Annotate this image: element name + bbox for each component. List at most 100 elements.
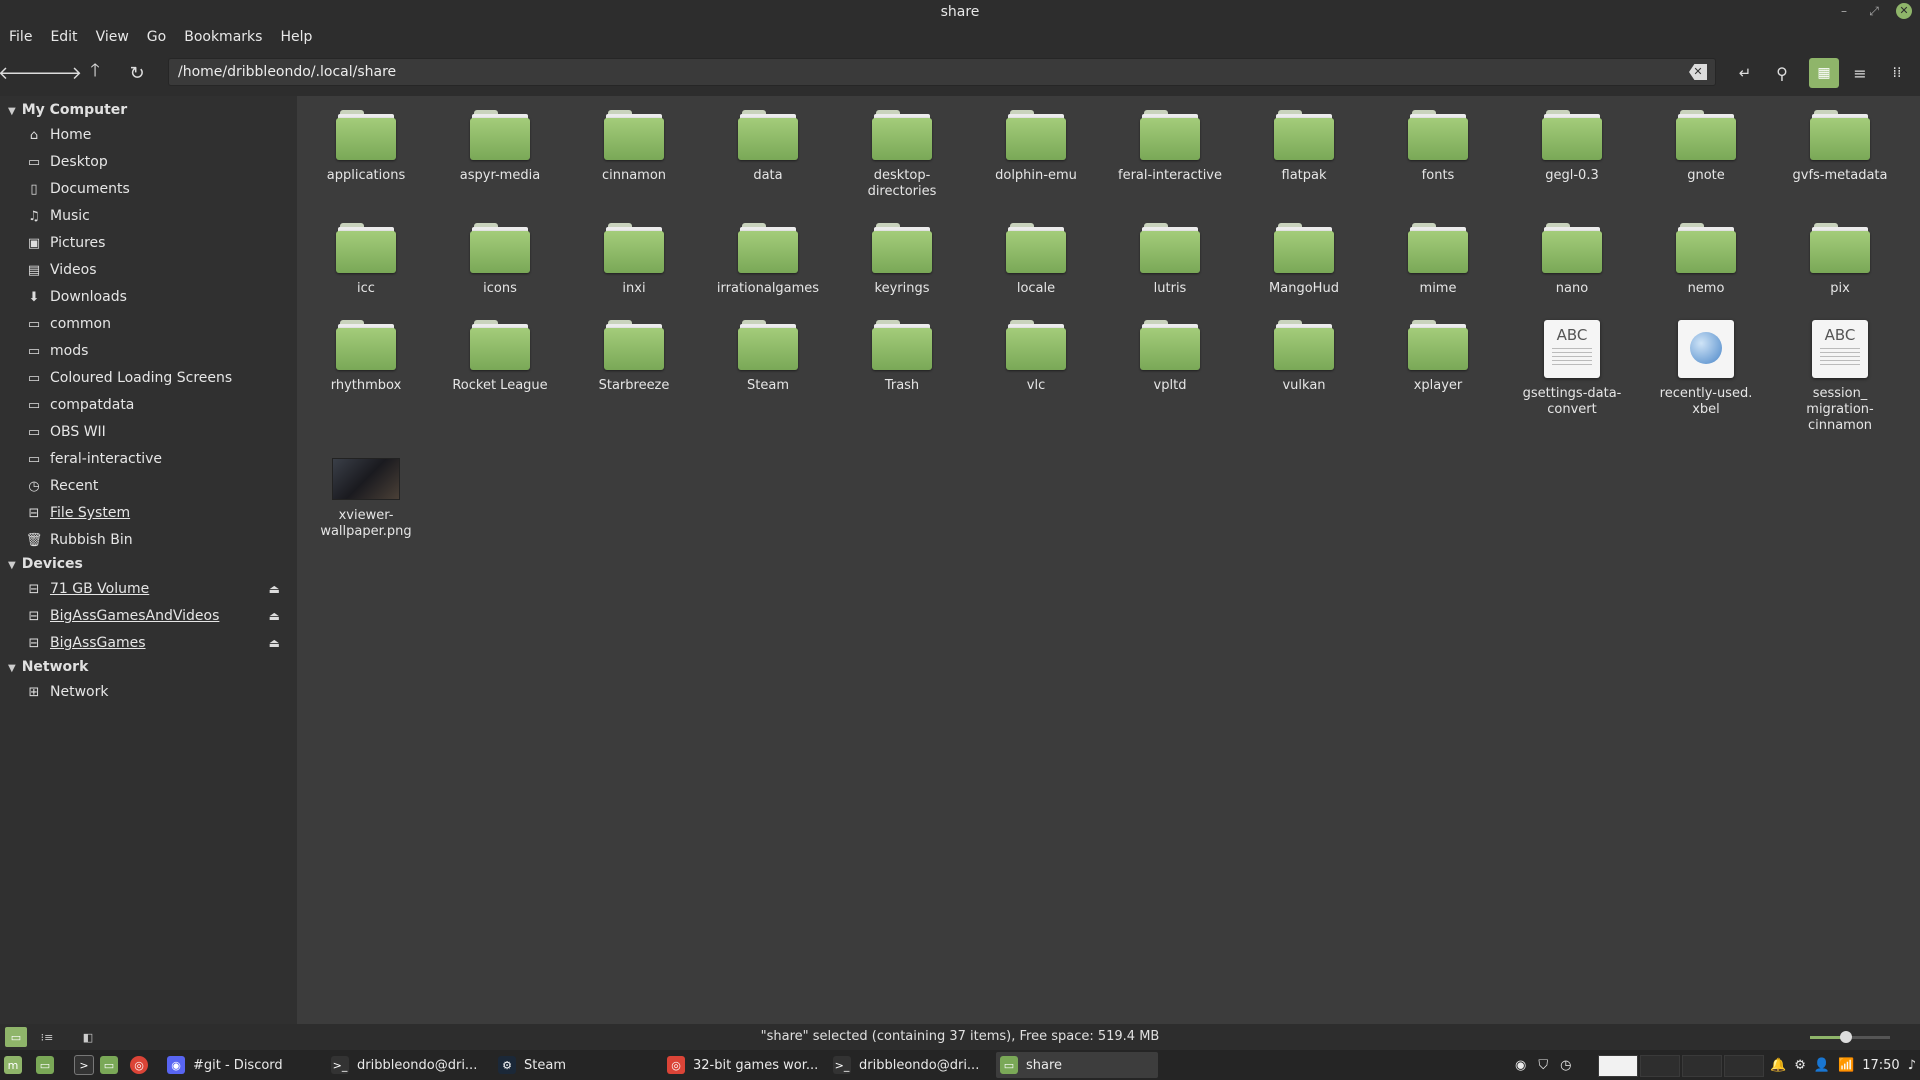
folder-item[interactable]: pix bbox=[1773, 223, 1907, 297]
folder-item[interactable]: Steam bbox=[701, 320, 835, 394]
folder-item[interactable]: flatpak bbox=[1237, 110, 1371, 184]
eject-icon[interactable]: ⏏ bbox=[269, 609, 280, 623]
folder-item[interactable]: icc bbox=[299, 223, 433, 297]
folder-item[interactable]: lutris bbox=[1103, 223, 1237, 297]
sidebar-item-music[interactable]: ♫ Music bbox=[26, 205, 290, 227]
shield-icon[interactable]: ⛉ bbox=[1538, 1058, 1548, 1073]
sidebar-item-videos[interactable]: ▤ Videos bbox=[26, 259, 290, 281]
folder-item[interactable]: Starbreeze bbox=[567, 320, 701, 394]
eject-icon[interactable]: ⏏ bbox=[269, 636, 280, 650]
folder-item[interactable]: vlc bbox=[969, 320, 1103, 394]
expander-icon[interactable]: ▼ bbox=[8, 560, 16, 571]
user-icon[interactable]: 👤 bbox=[1814, 1058, 1830, 1073]
sidebar-item-71-gb-volume[interactable]: ⊟ 71 GB Volume ⏏ bbox=[26, 578, 290, 600]
sidebar-item-network[interactable]: ⊞ Network bbox=[26, 681, 290, 703]
folder-item[interactable]: data bbox=[701, 110, 835, 184]
clock[interactable]: 17:50 bbox=[1862, 1058, 1899, 1073]
expander-icon[interactable]: ▼ bbox=[8, 663, 16, 674]
sidebar-item-rubbish-bin[interactable]: 🗑 Rubbish Bin bbox=[26, 529, 290, 551]
sidebar-item-feral-interactive[interactable]: ▭ feral-interactive bbox=[26, 448, 290, 470]
steam-tray-icon[interactable]: ⚙ bbox=[1794, 1058, 1806, 1073]
taskbar-window-button[interactable]: ⚙ Steam bbox=[494, 1052, 654, 1078]
folder-item[interactable]: feral-interactive bbox=[1103, 110, 1237, 184]
menu-go[interactable]: Go bbox=[138, 26, 175, 50]
file-item[interactable]: ABC gsettings-data- convert bbox=[1505, 320, 1639, 418]
folder-item[interactable]: keyrings bbox=[835, 223, 969, 297]
folder-item[interactable]: Trash bbox=[835, 320, 969, 394]
menu-bookmarks[interactable]: Bookmarks bbox=[175, 26, 271, 50]
forward-button[interactable]: 🡒 bbox=[34, 58, 82, 88]
folder-item[interactable]: aspyr-media bbox=[433, 110, 567, 184]
sidebar-section-header[interactable]: ▼ Devices bbox=[8, 556, 83, 572]
sidebar-section-header[interactable]: ▼ My Computer bbox=[8, 102, 127, 118]
sidebar-item-recent[interactable]: ◷ Recent bbox=[26, 475, 290, 497]
show-desktop-button[interactable]: ▭ bbox=[36, 1052, 54, 1078]
sidebar-section-header[interactable]: ▼ Network bbox=[8, 659, 88, 675]
up-button[interactable]: 🡑 bbox=[80, 58, 110, 88]
taskbar-window-button[interactable]: ◎ 32-bit games wor... bbox=[663, 1052, 823, 1078]
search-button[interactable]: ⚲ bbox=[1767, 58, 1797, 88]
sidebar-item-home[interactable]: ⌂ Home bbox=[26, 124, 290, 146]
discord-tray-icon[interactable]: ◉ bbox=[1515, 1058, 1526, 1073]
sidebar-item-pictures[interactable]: ▣ Pictures bbox=[26, 232, 290, 254]
folder-item[interactable]: inxi bbox=[567, 223, 701, 297]
icon-view-button[interactable]: ▦ bbox=[1809, 58, 1839, 88]
notifications-icon[interactable]: 🔔 bbox=[1770, 1058, 1786, 1073]
zoom-slider-handle[interactable] bbox=[1840, 1031, 1852, 1043]
menu-view[interactable]: View bbox=[87, 26, 138, 50]
sidebar-item-documents[interactable]: ▯ Documents bbox=[26, 178, 290, 200]
folder-item[interactable]: Rocket League bbox=[433, 320, 567, 394]
title-bar[interactable]: share – ⤢ ✕ bbox=[0, 0, 1920, 26]
clear-location-icon[interactable]: ✕ bbox=[1689, 64, 1707, 80]
sidebar-item-compatdata[interactable]: ▭ compatdata bbox=[26, 394, 290, 416]
folder-item[interactable]: mime bbox=[1371, 223, 1505, 297]
sidebar-item-file-system[interactable]: ⊟ File System bbox=[26, 502, 290, 524]
sidebar-item-bigassgamesandvideos[interactable]: ⊟ BigAssGamesAndVideos ⏏ bbox=[26, 605, 290, 627]
folder-item[interactable]: vpltd bbox=[1103, 320, 1237, 394]
sidebar-item-common[interactable]: ▭ common bbox=[26, 313, 290, 335]
menu-file[interactable]: File bbox=[0, 26, 41, 50]
launcher-terminal[interactable]: > bbox=[74, 1052, 94, 1078]
folder-item[interactable]: locale bbox=[969, 223, 1103, 297]
sidebar-item-bigassgames[interactable]: ⊟ BigAssGames ⏏ bbox=[26, 632, 290, 654]
folder-item[interactable]: gegl-0.3 bbox=[1505, 110, 1639, 184]
file-item[interactable]: ABC session_ migration- cinnamon bbox=[1773, 320, 1907, 434]
folder-item[interactable]: rhythmbox bbox=[299, 320, 433, 394]
eject-icon[interactable]: ⏏ bbox=[269, 582, 280, 596]
workspace-1[interactable] bbox=[1598, 1055, 1638, 1077]
zoom-slider[interactable] bbox=[1810, 1031, 1890, 1043]
location-path[interactable]: /home/dribbleondo/.local/share bbox=[178, 64, 396, 80]
launcher-files[interactable]: ▭ bbox=[100, 1052, 118, 1078]
wifi-icon[interactable]: 📶 bbox=[1838, 1058, 1854, 1073]
expander-icon[interactable]: ▼ bbox=[8, 106, 16, 117]
close-button[interactable]: ✕ bbox=[1896, 3, 1912, 19]
folder-item[interactable]: irrationalgames bbox=[701, 223, 835, 297]
folder-item[interactable]: gvfs-metadata bbox=[1773, 110, 1907, 184]
sidebar-item-mods[interactable]: ▭ mods bbox=[26, 340, 290, 362]
folder-item[interactable]: fonts bbox=[1371, 110, 1505, 184]
folder-item[interactable]: nano bbox=[1505, 223, 1639, 297]
reload-button[interactable]: ↻ bbox=[122, 58, 152, 88]
workspace-2[interactable] bbox=[1640, 1055, 1680, 1077]
folder-item[interactable]: cinnamon bbox=[567, 110, 701, 184]
update-icon[interactable]: ◷ bbox=[1560, 1058, 1571, 1073]
launcher-chrome[interactable]: ◎ bbox=[130, 1052, 148, 1078]
folder-item[interactable]: dolphin-emu bbox=[969, 110, 1103, 184]
folder-item[interactable]: xplayer bbox=[1371, 320, 1505, 394]
taskbar-window-button[interactable]: ▭ share bbox=[996, 1052, 1158, 1078]
sidebar-item-desktop[interactable]: ▭ Desktop bbox=[26, 151, 290, 173]
taskbar-window-button[interactable]: >_ dribbleondo@dri... bbox=[327, 1052, 487, 1078]
menu-help[interactable]: Help bbox=[271, 26, 321, 50]
volume-icon[interactable]: ♪ bbox=[1908, 1058, 1916, 1073]
compact-view-button[interactable]: ⁞⁞ bbox=[1882, 58, 1912, 88]
folder-item[interactable]: vulkan bbox=[1237, 320, 1371, 394]
sidebar-item-obs-wii[interactable]: ▭ OBS WII bbox=[26, 421, 290, 443]
workspace-4[interactable] bbox=[1724, 1055, 1764, 1077]
sidebar-item-coloured-loading-screens[interactable]: ▭ Coloured Loading Screens bbox=[26, 367, 290, 389]
maximize-button[interactable]: ⤢ bbox=[1866, 4, 1882, 19]
sidebar-item-downloads[interactable]: ⬇ Downloads bbox=[26, 286, 290, 308]
workspace-3[interactable] bbox=[1682, 1055, 1722, 1077]
folder-item[interactable]: gnote bbox=[1639, 110, 1773, 184]
menu-button[interactable]: m bbox=[4, 1052, 22, 1078]
location-bar[interactable]: /home/dribbleondo/.local/share ✕ bbox=[168, 58, 1716, 86]
